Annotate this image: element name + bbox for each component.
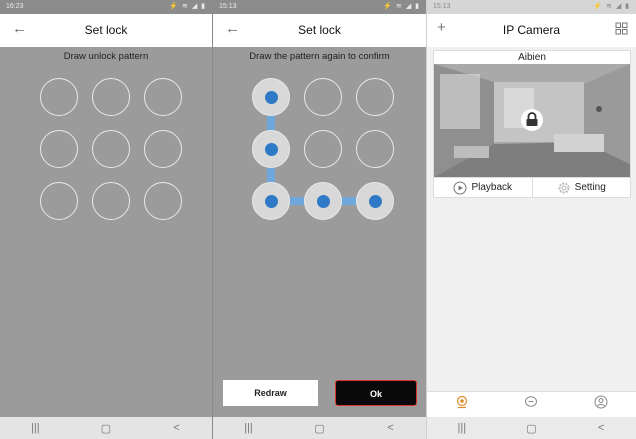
- recent-apps-icon[interactable]: |||: [447, 422, 477, 434]
- pattern-dot[interactable]: [92, 78, 130, 116]
- page-title: Set lock: [84, 23, 128, 37]
- pattern-dot[interactable]: [252, 78, 290, 116]
- status-bar: 16:23 ⚡ ≋ ◢ ▮: [0, 0, 212, 14]
- ip-camera-screen: 15:13 ⚡ ≋ ◢ ▮ + IP Camera Aibien Playbac…: [426, 0, 636, 439]
- pattern-dot[interactable]: [252, 182, 290, 220]
- back-icon[interactable]: <: [586, 422, 616, 434]
- home-icon[interactable]: ▢: [91, 422, 121, 435]
- status-time: 15:13: [219, 3, 237, 10]
- pattern-dot[interactable]: [92, 130, 130, 168]
- pattern-prompt: Draw unlock pattern: [63, 51, 149, 62]
- pattern-dot[interactable]: [304, 78, 342, 116]
- app-bar: ← Set lock: [0, 14, 212, 47]
- message-tab-icon[interactable]: [524, 395, 538, 414]
- pattern-dot[interactable]: [144, 78, 182, 116]
- redraw-button[interactable]: Redraw: [223, 380, 318, 406]
- app-bar: + IP Camera: [427, 14, 636, 47]
- pattern-dot[interactable]: [40, 78, 78, 116]
- pattern-dot[interactable]: [356, 78, 394, 116]
- status-bar: 15:13 ⚡ ≋ ◢ ▮: [427, 0, 636, 14]
- gear-icon: [558, 182, 570, 193]
- home-icon[interactable]: ▢: [305, 422, 335, 435]
- pattern-grid[interactable]: [213, 0, 426, 439]
- system-navbar: ||| ▢ <: [427, 417, 636, 439]
- grid-view-icon[interactable]: [615, 22, 628, 40]
- screenshot-root: 16:23 ⚡ ≋ ◢ ▮ ← Set lock Draw unlock pat…: [0, 0, 636, 439]
- bottom-tab-bar: [427, 391, 636, 417]
- ok-button[interactable]: Ok: [335, 380, 417, 406]
- camera-name: Aibien: [518, 52, 546, 63]
- pattern-dot[interactable]: [252, 130, 290, 168]
- back-icon[interactable]: <: [162, 422, 192, 434]
- pattern-dot[interactable]: [356, 182, 394, 220]
- playback-label: Playback: [471, 182, 513, 193]
- status-icons: ⚡ ≋ ◢ ▮: [593, 3, 630, 10]
- pattern-dot[interactable]: [304, 130, 342, 168]
- pattern-dot[interactable]: [144, 182, 182, 220]
- playback-button[interactable]: Playback: [434, 178, 533, 197]
- page-title: IP Camera: [502, 23, 561, 37]
- set-lock-screen-first: 16:23 ⚡ ≋ ◢ ▮ ← Set lock Draw unlock pat…: [0, 0, 212, 439]
- profile-tab-icon[interactable]: [594, 395, 608, 414]
- pattern-grid[interactable]: [0, 0, 212, 439]
- back-icon[interactable]: <: [376, 422, 406, 434]
- page-title: Set lock: [298, 23, 341, 37]
- recent-apps-icon[interactable]: |||: [20, 422, 50, 434]
- app-bar: ← Set lock: [213, 14, 426, 47]
- setting-label: Setting: [574, 182, 606, 193]
- system-navbar: ||| ▢ <: [213, 417, 426, 439]
- pattern-dot[interactable]: [304, 182, 342, 220]
- pattern-dot[interactable]: [40, 130, 78, 168]
- play-circle-icon: [453, 181, 467, 194]
- pattern-dot[interactable]: [40, 182, 78, 220]
- recent-apps-icon[interactable]: |||: [234, 422, 264, 434]
- setting-button[interactable]: Setting: [533, 178, 631, 197]
- status-time: 16:23: [6, 3, 24, 10]
- pattern-dot[interactable]: [92, 182, 130, 220]
- status-bar: 15:13 ⚡ ≋ ◢ ▮: [213, 0, 426, 14]
- camera-actions: Playback Setting: [434, 177, 630, 197]
- set-lock-screen-confirm: 15:13 ⚡ ≋ ◢ ▮ ← Set lock Draw the patter…: [212, 0, 426, 439]
- pattern-prompt: Draw the pattern again to confirm: [249, 51, 390, 62]
- status-time: 15:13: [433, 3, 451, 10]
- camera-card: Aibien Playback Setting: [433, 50, 631, 198]
- pattern-dot[interactable]: [356, 130, 394, 168]
- system-navbar: ||| ▢ <: [0, 417, 212, 439]
- pattern-dot[interactable]: [144, 130, 182, 168]
- status-icons: ⚡ ≋ ◢ ▮: [169, 3, 206, 10]
- camera-tab-icon[interactable]: [455, 395, 469, 414]
- status-icons: ⚡ ≋ ◢ ▮: [383, 3, 420, 10]
- lock-icon[interactable]: [520, 108, 544, 132]
- camera-preview-image[interactable]: [434, 64, 630, 177]
- home-icon[interactable]: ▢: [516, 422, 546, 435]
